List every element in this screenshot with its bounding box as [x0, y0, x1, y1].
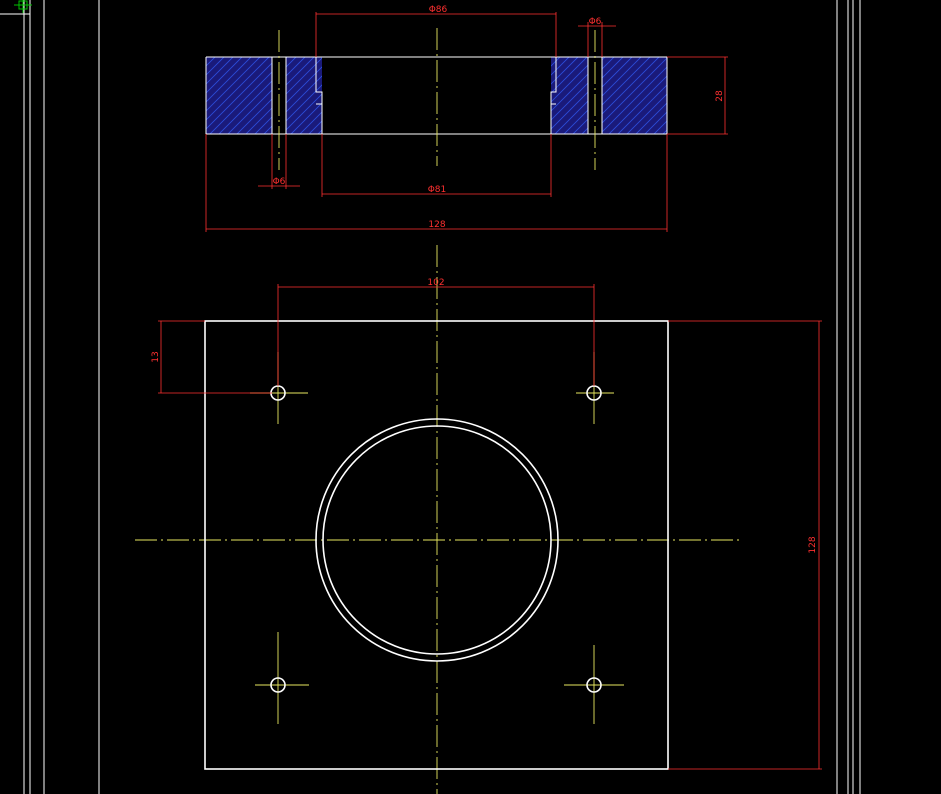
hatch-line	[551, 57, 552, 58]
hatch-pattern-right	[551, 57, 749, 134]
plan-view[interactable]: 102 13 128	[135, 245, 822, 794]
dim-bottom-hole-left-label: Φ6	[273, 177, 286, 187]
section-view[interactable]: Φ86 Φ6 28 Φ6 Φ81 128	[129, 5, 749, 232]
dim-top-hole-right[interactable]: Φ6	[578, 17, 616, 57]
dim-top-bore[interactable]: Φ86	[315, 5, 557, 57]
dim-width-section-label: 128	[428, 220, 445, 230]
hatch-line	[317, 129, 322, 134]
section-hatch-left	[206, 57, 322, 134]
bolt-hole-bottom-left[interactable]	[255, 632, 309, 724]
dim-bottom-bore[interactable]: Φ81	[321, 134, 552, 197]
dim-hole-spacing[interactable]: 102	[277, 278, 595, 386]
hatch-line	[327, 57, 404, 134]
hatch-line	[206, 57, 207, 58]
dim-hole-offset-label: 13	[151, 351, 161, 362]
dim-height-label: 28	[715, 90, 725, 102]
drawing-frame	[0, 0, 861, 794]
hatch-pattern-left	[206, 57, 404, 134]
cad-drawing-canvas[interactable]: Φ86 Φ6 28 Φ6 Φ81 128 102 13 128	[0, 0, 941, 794]
dim-top-bore-label: Φ86	[429, 5, 448, 15]
dim-hole-spacing-label: 102	[427, 278, 444, 288]
dim-height-plan-label: 128	[808, 536, 818, 553]
dim-height-plan[interactable]: 128	[668, 320, 822, 770]
hatch-line	[662, 129, 667, 134]
dim-top-hole-right-label: Φ6	[589, 17, 602, 27]
cursor-crosshair-icon	[14, 0, 32, 13]
dim-height[interactable]: 28	[667, 56, 728, 135]
bolt-hole-top-left[interactable]	[250, 352, 308, 424]
bolt-hole-bottom-right[interactable]	[564, 645, 624, 724]
bolt-hole-top-right[interactable]	[576, 352, 614, 424]
hatch-line	[672, 57, 749, 134]
hatch-line	[551, 57, 561, 67]
dim-bottom-bore-label: Φ81	[428, 185, 447, 195]
dim-hole-offset[interactable]: 13	[151, 320, 272, 394]
section-hatch-right	[551, 57, 667, 134]
hatch-line	[206, 57, 216, 67]
